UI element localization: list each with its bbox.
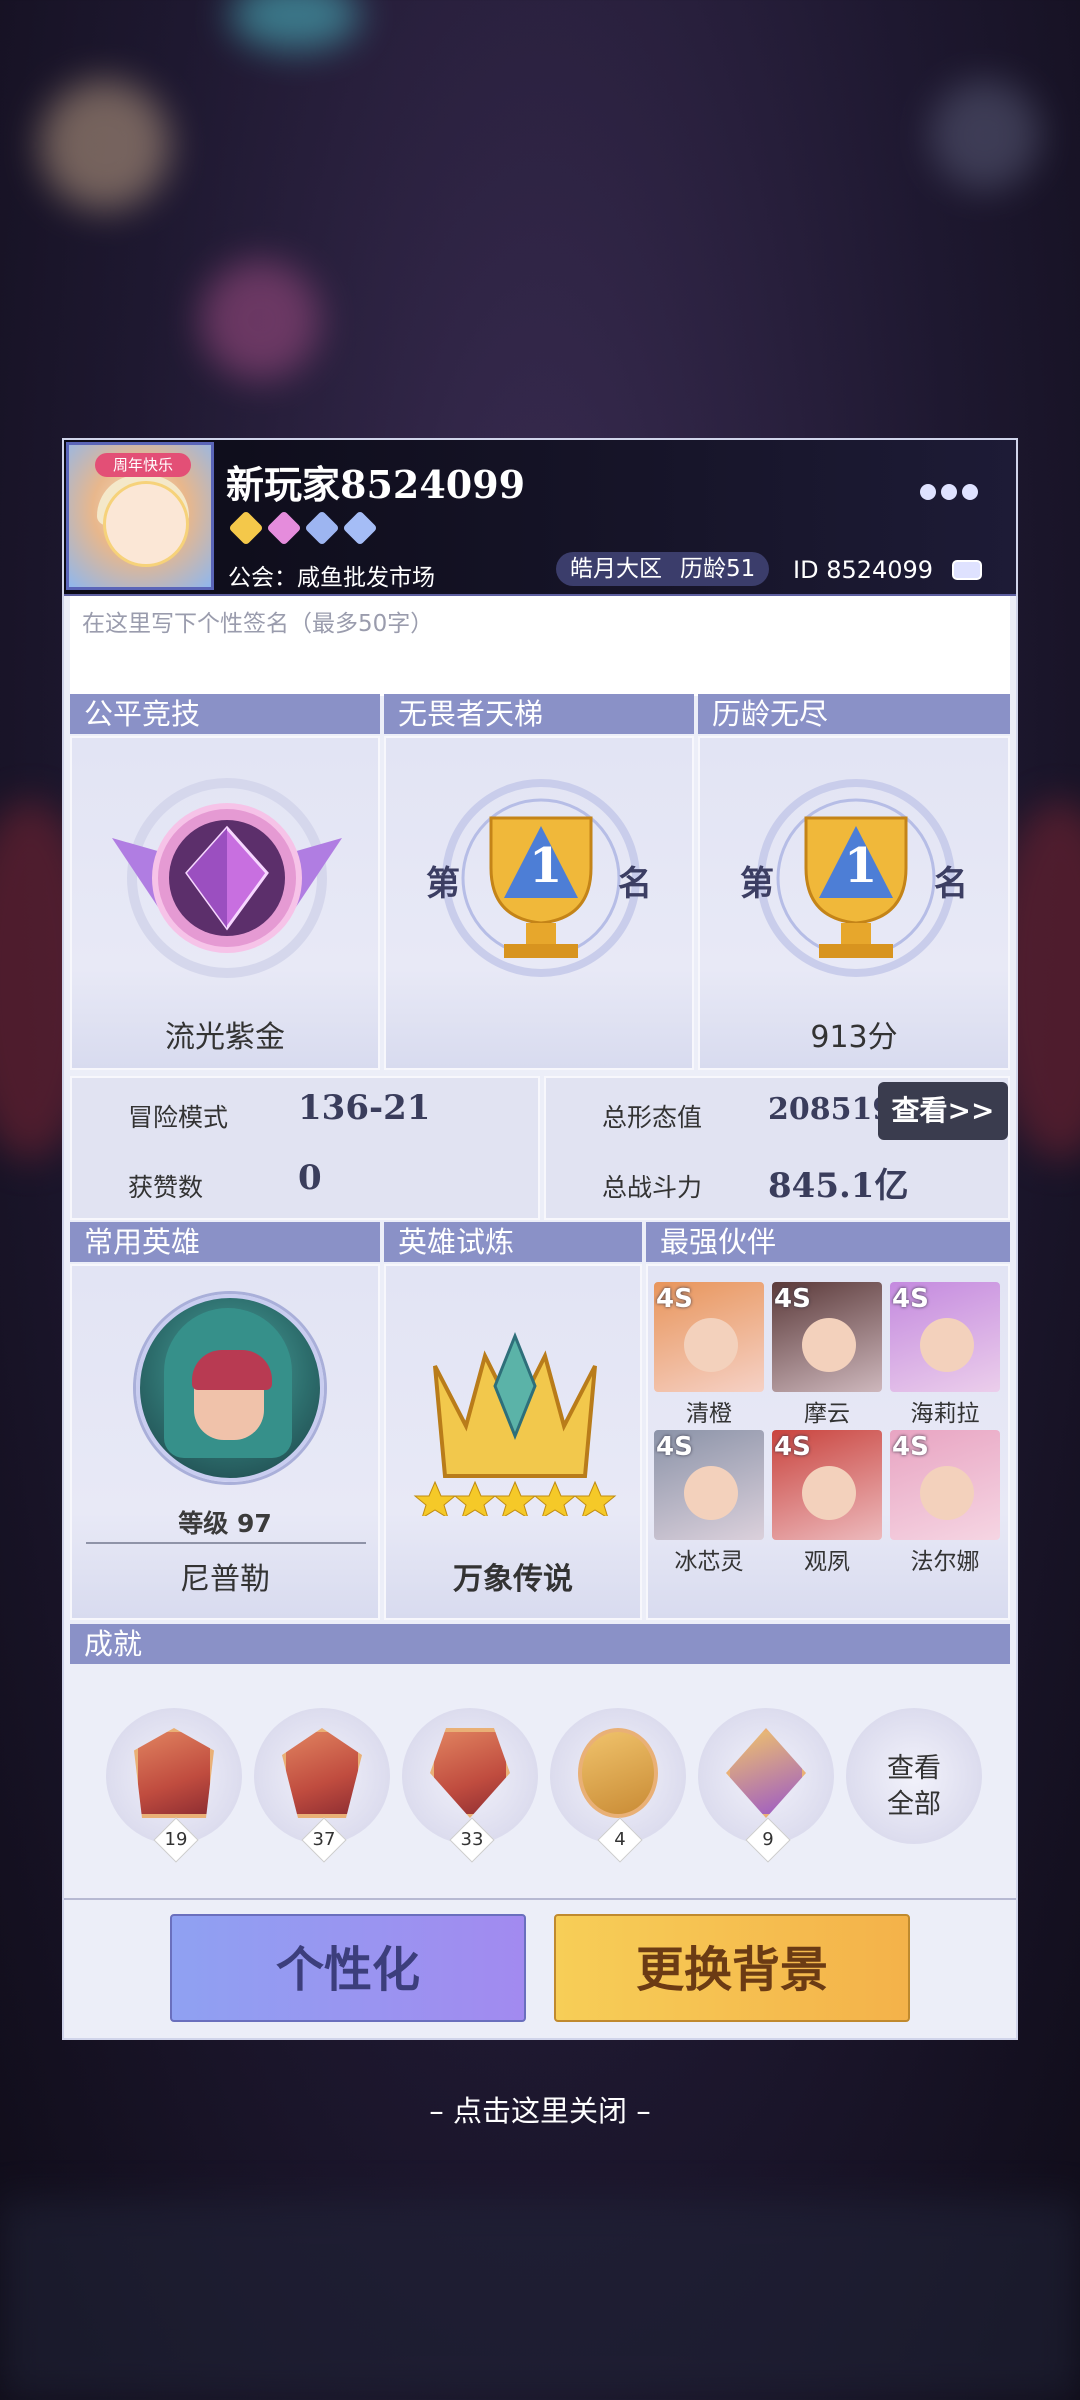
divider [86,1542,366,1544]
partner-portrait-2[interactable]: 4S [772,1282,882,1392]
hero-level: 等级 97 [178,1509,272,1538]
partner-name-1: 清橙 [686,1401,732,1427]
view-all-line2: 全部 [887,1789,941,1820]
change-background-button[interactable]: 更换背景 [554,1914,910,2022]
player-id: ID 8524099 [793,556,934,584]
gem-blue-icon [304,510,340,546]
achievement-medal-5[interactable]: 9 [698,1708,834,1863]
partner-portrait-1[interactable]: 4S [654,1282,764,1392]
endless-score: 913分 [810,1020,898,1055]
adventure-mode-label: 冒险模式 [128,1103,229,1132]
hero-trial-title: 英雄试炼 [384,1222,642,1262]
adventure-stats: 冒险模式 136-21 获赞数 0 [70,1076,540,1220]
total-form-value: 208519 [768,1092,894,1127]
hero-trial-panel[interactable]: 万象传说 [384,1264,642,1620]
hero-trial-label: 万象传说 [453,1562,573,1597]
strongest-partners-title: 最强伙伴 [646,1222,1010,1262]
hero-portrait [136,1294,324,1482]
fair-competition-title: 公平竞技 [70,694,380,734]
tenure-value: 历龄51 [680,556,756,582]
power-stats: 总形态值 208519 查看>> 总战斗力 845.1亿 [544,1076,1010,1220]
player-profile-card: 周年快乐 新玩家8524099 公会：咸鱼批发市场 皓月大区 历龄51 ID 8… [62,438,1018,2040]
total-power-value: 845.1亿 [768,1166,909,1206]
partner-portrait-6[interactable]: 4S [890,1430,1000,1540]
achievements-row: 19 37 33 4 9 查看 全部 [64,1666,1016,1863]
common-hero-title: 常用英雄 [70,1222,380,1262]
partner-name-4: 冰芯灵 [674,1549,744,1575]
fearless-ladder-panel[interactable]: 第 1 名 [384,736,694,1070]
partner-name-2: 摩云 [804,1401,850,1427]
ladder-rank-pre: 第 [426,864,460,904]
achievement-medal-2[interactable]: 37 [254,1708,390,1863]
likes-value: 0 [298,1158,322,1198]
footer-divider [64,1898,1016,1900]
partner-name-3: 海莉拉 [910,1401,980,1427]
fair-competition-panel[interactable]: 流光紫金 [70,736,380,1070]
more-options-icon[interactable] [920,484,978,500]
achievements-title: 成就 [70,1624,1010,1664]
gem-blue-icon [342,510,378,546]
total-form-label: 总形态值 [602,1103,703,1132]
view-all-line1: 查看 [887,1753,941,1784]
profile-header: 周年快乐 新玩家8524099 公会：咸鱼批发市场 皓月大区 历龄51 ID 8… [64,440,1016,596]
ladder-rank-number: 1 [529,838,563,894]
partner-portrait-4[interactable]: 4S [654,1430,764,1540]
endless-rank-post: 名 [934,864,968,904]
view-form-button[interactable]: 查看>> [878,1082,1008,1140]
server-name: 皓月大区 [570,556,662,582]
partners-panel: 4S 4S 4S 清橙 摩云 海莉拉 4S 4S 4S 冰芯灵 观夙 法尔娜 [646,1264,1010,1620]
partner-name-6: 法尔娜 [910,1549,980,1575]
fearless-ladder-title: 无畏者天梯 [384,694,694,734]
fair-rank-label: 流光紫金 [165,1020,285,1055]
likes-label: 获赞数 [128,1173,204,1202]
player-gems [228,510,378,546]
view-all-achievements-button[interactable]: 查看 全部 [846,1708,982,1844]
guild-name: 公会：咸鱼批发市场 [228,565,435,591]
adventure-mode-value: 136-21 [298,1088,431,1128]
server-tenure-pill: 皓月大区 历龄51 [556,552,770,586]
personalize-button[interactable]: 个性化 [170,1914,526,2022]
avatar-anniversary-badge: 周年快乐 [95,453,191,477]
endless-tenure-panel[interactable]: 第 1 名 913分 [698,736,1010,1070]
crown-icon [413,1331,617,1516]
common-hero-panel[interactable]: 等级 97 尼普勒 [70,1264,380,1620]
partner-name-5: 观夙 [804,1549,850,1575]
signature-placeholder: 在这里写下个性签名（最多50字） [82,611,434,637]
player-avatar[interactable]: 周年快乐 [66,442,214,590]
hero-name: 尼普勒 [180,1562,270,1597]
achievement-medal-1[interactable]: 19 [106,1708,242,1863]
endless-rank-number: 1 [844,838,878,894]
gem-pink-icon [266,510,302,546]
player-name: 新玩家8524099 [226,462,526,507]
copy-id-icon[interactable] [952,560,982,580]
achievement-medal-3[interactable]: 33 [402,1708,538,1863]
purple-gold-rank-emblem-icon [112,778,342,978]
close-hint[interactable]: – 点击这里关闭 – [0,2088,1080,2130]
partner-portrait-3[interactable]: 4S [890,1282,1000,1392]
ladder-rank-post: 名 [618,864,652,904]
gem-gold-icon [228,510,264,546]
endless-rank-pre: 第 [740,864,774,904]
partner-portrait-5[interactable]: 4S [772,1430,882,1540]
signature-field[interactable]: 在这里写下个性签名（最多50字） [70,596,1010,696]
achievement-medal-4[interactable]: 4 [550,1708,686,1863]
total-power-label: 总战斗力 [602,1173,703,1202]
endless-tenure-title: 历龄无尽 [698,694,1010,734]
